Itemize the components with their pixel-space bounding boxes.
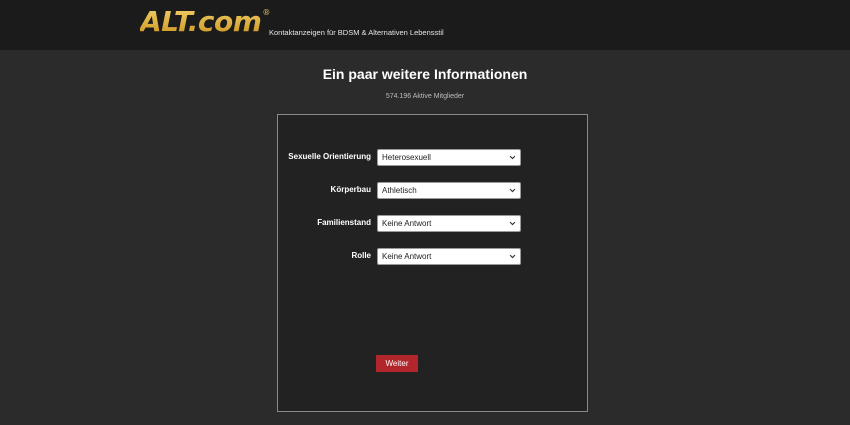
active-members-count: 574.196 Aktive Mitglieder xyxy=(385,93,465,100)
logo-text: ALT.com xyxy=(140,5,262,38)
page-title: Ein paar weitere Informationen xyxy=(322,66,528,82)
profile-details-form: Sexuelle Orientierung Heterosexuell Körp… xyxy=(277,114,588,412)
sexual-orientation-select[interactable]: Heterosexuell xyxy=(377,149,521,166)
marital-status-value: Keine Antwort xyxy=(382,219,432,228)
page: ALT.com ® Kontaktanzeigen für BDSM & Alt… xyxy=(0,0,850,425)
continue-button[interactable]: Weiter xyxy=(376,355,418,372)
site-header: ALT.com ® Kontaktanzeigen für BDSM & Alt… xyxy=(0,0,850,50)
chevron-down-icon xyxy=(509,188,516,193)
chevron-down-icon xyxy=(509,155,516,160)
registered-mark: ® xyxy=(262,8,271,17)
role-value: Keine Antwort xyxy=(382,252,432,261)
site-tagline: Kontaktanzeigen für BDSM & Alternativen … xyxy=(269,28,444,37)
body-type-label: Körperbau xyxy=(330,185,371,194)
body-type-value: Athletisch xyxy=(382,186,417,195)
field-row-body-type: Körperbau Athletisch xyxy=(278,182,589,200)
sexual-orientation-label: Sexuelle Orientierung xyxy=(288,152,371,161)
sexual-orientation-value: Heterosexuell xyxy=(382,153,431,162)
site-logo[interactable]: ALT.com ® xyxy=(140,5,270,39)
role-select[interactable]: Keine Antwort xyxy=(377,248,521,265)
marital-status-select[interactable]: Keine Antwort xyxy=(377,215,521,232)
body-type-select[interactable]: Athletisch xyxy=(377,182,521,199)
role-label: Rolle xyxy=(351,251,371,260)
field-row-marital-status: Familienstand Keine Antwort xyxy=(278,215,589,233)
chevron-down-icon xyxy=(509,254,516,259)
marital-status-label: Familienstand xyxy=(317,218,371,227)
chevron-down-icon xyxy=(509,221,516,226)
field-row-sexual-orientation: Sexuelle Orientierung Heterosexuell xyxy=(278,149,589,167)
field-row-role: Rolle Keine Antwort xyxy=(278,248,589,266)
